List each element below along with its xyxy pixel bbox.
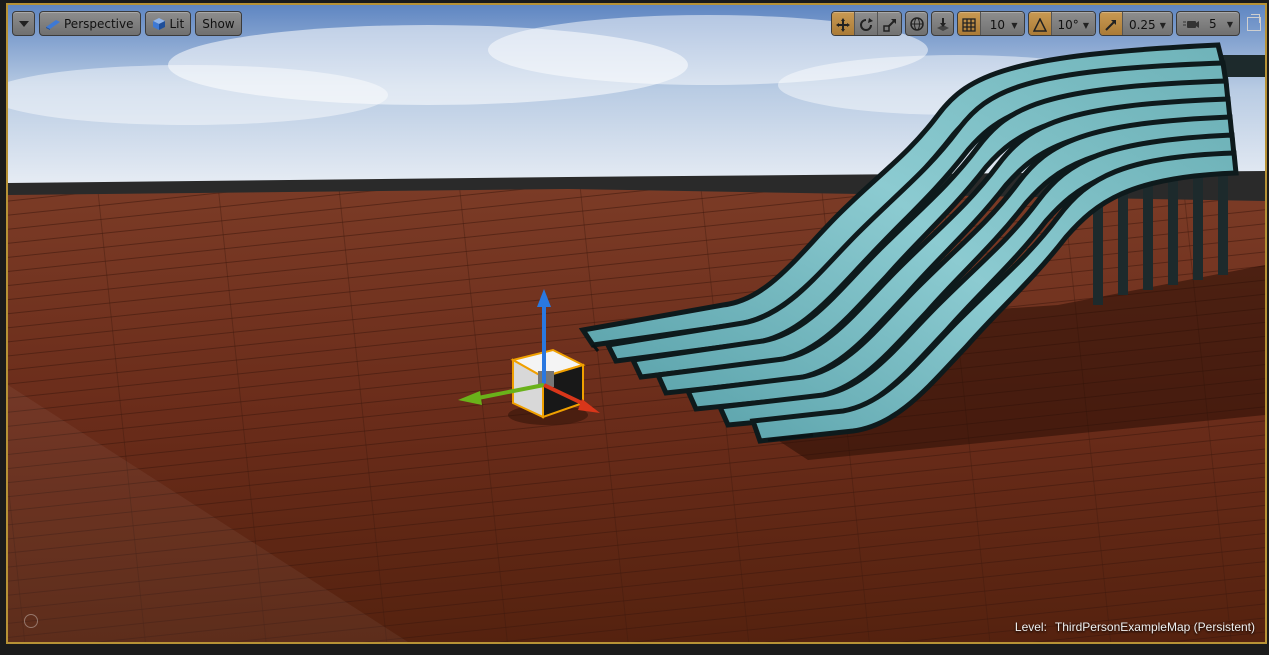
translate-icon	[836, 17, 851, 32]
rotate-icon	[859, 17, 874, 32]
chevron-down-icon: ▼	[1226, 19, 1233, 29]
chevron-down-icon: ▼	[1159, 20, 1166, 30]
lighting-mode-button[interactable]: Lit	[144, 11, 192, 36]
angle-icon	[1032, 17, 1047, 32]
grid-snap-toggle[interactable]	[958, 12, 982, 35]
grid-icon	[962, 17, 977, 32]
level-key: Level:	[1014, 620, 1047, 634]
view-mode-label: Perspective	[64, 16, 134, 31]
rotate-mode-button[interactable]	[855, 12, 879, 35]
chevron-down-icon	[18, 20, 29, 27]
scale-snap-value-dropdown[interactable]: 0.25 ▼	[1122, 12, 1172, 35]
grid-snap-value: 10	[989, 17, 1006, 32]
chevron-down-icon: ▼	[1011, 20, 1018, 30]
scale-snap-toggle[interactable]	[1099, 12, 1123, 35]
scale-mode-button[interactable]	[878, 12, 902, 35]
scale-snap-value: 0.25	[1128, 17, 1156, 32]
show-flags-button[interactable]: Show	[195, 11, 242, 36]
translate-mode-button[interactable]	[832, 12, 856, 35]
perspective-icon	[46, 18, 60, 30]
viewport-options-button[interactable]	[12, 11, 35, 36]
transform-mode-group	[831, 11, 903, 36]
scene-render[interactable]	[8, 5, 1265, 642]
grid-snap-value-dropdown[interactable]: 10 ▼	[981, 12, 1024, 35]
chevron-down-icon: ▼	[1082, 20, 1089, 30]
maximize-icon[interactable]	[1247, 13, 1261, 31]
world-icon	[910, 16, 924, 31]
rotation-snap-group: 10° ▼	[1027, 11, 1096, 36]
rotation-snap-value: 10°	[1057, 17, 1079, 32]
level-viewport[interactable]: Perspective Lit Show 10 ▼ 10° ▼ 0.25 ▼ 5…	[6, 3, 1267, 644]
camera-speed-button[interactable]: 5 ▼	[1175, 11, 1240, 36]
coordinate-system-button[interactable]	[905, 11, 929, 36]
grid-snap-group: 10 ▼	[957, 11, 1025, 36]
view-mode-button[interactable]: Perspective	[39, 11, 141, 36]
surface-snapping-button[interactable]	[931, 11, 955, 36]
lighting-mode-label: Lit	[169, 16, 185, 31]
show-label: Show	[202, 16, 235, 31]
rotation-snap-value-dropdown[interactable]: 10° ▼	[1051, 12, 1095, 35]
scale-snap-icon	[1104, 18, 1118, 32]
rotation-snap-toggle[interactable]	[1028, 12, 1052, 35]
viewport-toolbar-left: Perspective Lit Show	[12, 11, 242, 36]
surface-snap-icon	[936, 17, 950, 31]
realtime-indicator-icon	[24, 614, 38, 628]
scale-snap-group: 0.25 ▼	[1098, 11, 1173, 36]
viewport-toolbar-right: 10 ▼ 10° ▼ 0.25 ▼ 5 ▼	[831, 11, 1261, 36]
scale-icon	[883, 18, 897, 32]
lit-cube-icon	[152, 17, 166, 31]
level-name: ThirdPersonExampleMap (Persistent)	[1054, 620, 1255, 634]
level-indicator: Level: ThirdPersonExampleMap (Persistent)	[1015, 620, 1255, 634]
camera-speed-icon	[1182, 18, 1199, 30]
camera-speed-value: 5	[1209, 16, 1217, 31]
